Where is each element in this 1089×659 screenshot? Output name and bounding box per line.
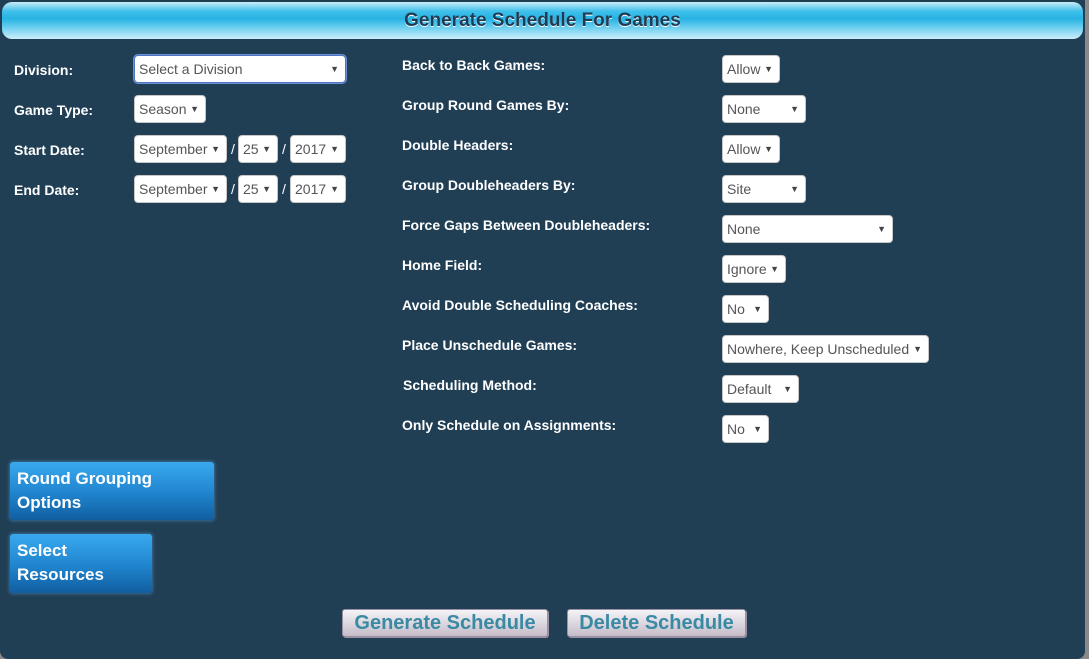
end-year-value: 2017 [295, 181, 327, 197]
only-schedule-assignments-select[interactable]: No ▼ [722, 415, 769, 443]
end-date-label: End Date: [14, 182, 80, 198]
game-type-label: Game Type: [14, 102, 94, 118]
back-to-back-games-select[interactable]: Allow ▼ [722, 55, 780, 83]
date-separator: / [231, 181, 235, 197]
end-day-value: 25 [243, 181, 259, 197]
home-field-select[interactable]: Ignore ▼ [722, 255, 786, 283]
avoid-double-scheduling-select[interactable]: No ▼ [722, 295, 769, 323]
place-unscheduled-select[interactable]: Nowhere, Keep Unscheduled ▼ [722, 335, 929, 363]
chevron-down-icon: ▼ [753, 424, 762, 434]
game-type-select-value: Season [139, 101, 187, 117]
date-separator: / [282, 141, 286, 157]
group-doubleheaders-select[interactable]: Site ▼ [722, 175, 806, 203]
round-grouping-options-line2: Options [17, 493, 82, 512]
place-unscheduled-value: Nowhere, Keep Unscheduled [727, 341, 910, 357]
start-month-select[interactable]: September ▼ [134, 135, 227, 163]
home-field-value: Ignore [727, 261, 767, 277]
date-separator: / [231, 141, 235, 157]
start-month-value: September [139, 141, 208, 157]
round-grouping-options-line1: Round Grouping [17, 469, 153, 488]
scheduling-method-label: Scheduling Method: [403, 377, 537, 393]
double-headers-label: Double Headers: [402, 137, 514, 153]
chevron-down-icon: ▼ [753, 304, 762, 314]
chevron-down-icon: ▼ [262, 144, 271, 154]
back-to-back-games-value: Allow [727, 61, 761, 77]
select-resources-line2: Resources [17, 565, 104, 584]
double-headers-value: Allow [727, 141, 761, 157]
chevron-down-icon: ▼ [783, 384, 792, 394]
game-type-select[interactable]: Season ▼ [134, 95, 206, 123]
scheduling-method-value: Default [727, 381, 772, 397]
chevron-down-icon: ▼ [211, 184, 220, 194]
start-year-value: 2017 [295, 141, 327, 157]
group-doubleheaders-value: Site [727, 181, 752, 197]
select-resources-line1: Select [17, 541, 68, 560]
group-round-games-label: Group Round Games By: [402, 97, 570, 113]
start-day-value: 25 [243, 141, 259, 157]
select-resources-button[interactable]: Select Resources [10, 534, 152, 593]
force-gaps-value: None [727, 221, 761, 237]
chevron-down-icon: ▼ [330, 144, 339, 154]
group-round-games-value: None [727, 101, 761, 117]
double-headers-select[interactable]: Allow ▼ [722, 135, 780, 163]
place-unscheduled-label: Place Unschedule Games: [402, 337, 578, 353]
schedule-panel: Generate Schedule For Games Division: Se… [0, 0, 1085, 659]
chevron-down-icon: ▼ [913, 344, 922, 354]
avoid-double-scheduling-label: Avoid Double Scheduling Coaches: [402, 297, 638, 313]
end-year-select[interactable]: 2017 ▼ [290, 175, 346, 203]
chevron-down-icon: ▼ [211, 144, 220, 154]
chevron-down-icon: ▼ [877, 224, 886, 234]
delete-schedule-button[interactable]: Delete Schedule [567, 609, 746, 637]
start-date-label: Start Date: [14, 142, 85, 158]
force-gaps-select[interactable]: None ▼ [722, 215, 893, 243]
division-label: Division: [14, 62, 74, 78]
generate-schedule-button[interactable]: Generate Schedule [342, 609, 548, 637]
chevron-down-icon: ▼ [330, 184, 339, 194]
page-title: Generate Schedule For Games [404, 10, 681, 31]
home-field-label: Home Field: [402, 257, 483, 273]
chevron-down-icon: ▼ [764, 144, 773, 154]
division-select[interactable]: Select a Division ▼ [134, 55, 346, 83]
chevron-down-icon: ▼ [790, 104, 799, 114]
chevron-down-icon: ▼ [764, 64, 773, 74]
title-bar: Generate Schedule For Games [2, 2, 1083, 39]
start-day-select[interactable]: 25 ▼ [238, 135, 278, 163]
group-round-games-select[interactable]: None ▼ [722, 95, 806, 123]
only-schedule-assignments-label: Only Schedule on Assignments: [402, 417, 617, 433]
force-gaps-label: Force Gaps Between Doubleheaders: [402, 217, 651, 233]
start-year-select[interactable]: 2017 ▼ [290, 135, 346, 163]
back-to-back-games-label: Back to Back Games: [402, 57, 546, 73]
end-day-select[interactable]: 25 ▼ [238, 175, 278, 203]
chevron-down-icon: ▼ [770, 264, 779, 274]
chevron-down-icon: ▼ [330, 64, 339, 74]
date-separator: / [282, 181, 286, 197]
end-month-select[interactable]: September ▼ [134, 175, 227, 203]
avoid-double-scheduling-value: No [727, 301, 745, 317]
end-month-value: September [139, 181, 208, 197]
group-doubleheaders-label: Group Doubleheaders By: [402, 177, 576, 193]
scheduling-method-select[interactable]: Default ▼ [722, 375, 799, 403]
chevron-down-icon: ▼ [790, 184, 799, 194]
chevron-down-icon: ▼ [262, 184, 271, 194]
round-grouping-options-button[interactable]: Round Grouping Options [10, 462, 214, 520]
division-select-value: Select a Division [139, 61, 243, 77]
chevron-down-icon: ▼ [190, 104, 199, 114]
only-schedule-assignments-value: No [727, 421, 745, 437]
